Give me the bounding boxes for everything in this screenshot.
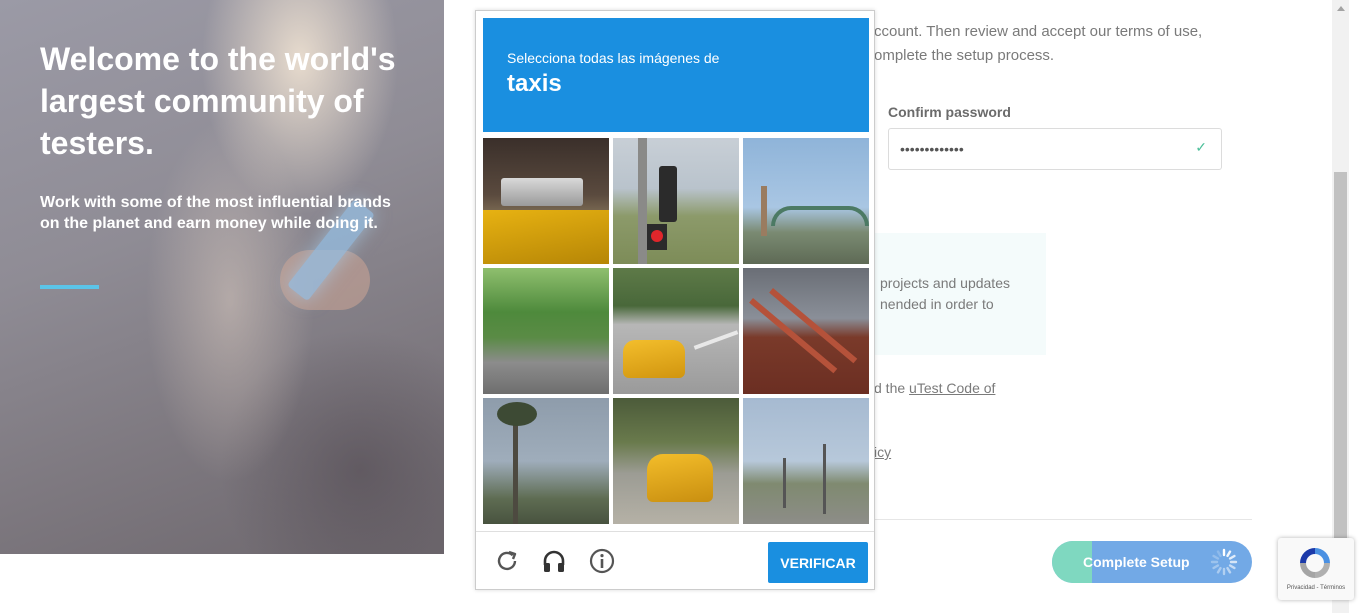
complete-setup-button[interactable]: Complete Setup xyxy=(1052,541,1252,583)
hero-panel: Welcome to the world's largest community… xyxy=(0,0,444,554)
audio-icon[interactable] xyxy=(540,547,568,575)
confirm-password-field[interactable]: ••••••••••••• ✓ xyxy=(888,128,1222,170)
valid-check-icon: ✓ xyxy=(1195,139,1207,155)
intro-line-1: ccount. Then review and accept our terms… xyxy=(874,23,1203,40)
intro-line-2: omplete the setup process. xyxy=(874,47,1055,64)
info-icon[interactable] xyxy=(588,547,616,575)
info-line-1: projects and updates xyxy=(880,275,1010,291)
captcha-instruction: Selecciona todas las imágenes de xyxy=(507,50,720,66)
recaptcha-badge[interactable]: Privacidad - Términos xyxy=(1278,538,1354,600)
captcha-tile[interactable] xyxy=(743,138,869,264)
recaptcha-terms[interactable]: Privacidad - Términos xyxy=(1278,585,1354,591)
captcha-tile[interactable] xyxy=(613,138,739,264)
captcha-tile[interactable] xyxy=(613,268,739,394)
form-divider xyxy=(874,519,1252,520)
privacy-policy-link[interactable]: icy xyxy=(874,444,891,460)
captcha-challenge-dialog: Selecciona todas las imágenes de taxis V… xyxy=(475,10,875,590)
code-of-conduct-text: d the uTest Code of xyxy=(874,380,995,396)
info-notice-box: projects and updates nended in order to xyxy=(874,233,1046,355)
scroll-up-arrow-icon[interactable] xyxy=(1332,0,1349,17)
setup-intro-text: ccount. Then review and accept our terms… xyxy=(874,20,1234,68)
info-line-2: nended in order to xyxy=(880,296,994,312)
captcha-tile[interactable] xyxy=(483,138,609,264)
captcha-tile[interactable] xyxy=(613,398,739,524)
captcha-footer-divider xyxy=(476,531,874,532)
captcha-tile[interactable] xyxy=(743,268,869,394)
captcha-tile[interactable] xyxy=(483,268,609,394)
captcha-tile[interactable] xyxy=(483,398,609,524)
reload-icon[interactable] xyxy=(493,547,521,575)
code-of-conduct-link[interactable]: uTest Code of xyxy=(909,380,995,396)
scrollbar-thumb[interactable] xyxy=(1334,172,1347,538)
verify-button[interactable]: VERIFICAR xyxy=(768,542,868,583)
hero-subtitle: Work with some of the most influential b… xyxy=(40,194,391,232)
confirm-password-label: Confirm password xyxy=(888,104,1011,120)
recaptcha-logo-icon xyxy=(1300,548,1330,578)
loading-spinner-icon xyxy=(1210,548,1238,576)
hero-title: Welcome to the world's largest community… xyxy=(40,41,396,161)
captcha-target: taxis xyxy=(507,70,562,97)
captcha-tile[interactable] xyxy=(743,398,869,524)
code-prefix: d the xyxy=(874,380,910,396)
hero-accent-line xyxy=(40,285,99,289)
captcha-header: Selecciona todas las imágenes de taxis xyxy=(483,18,869,132)
complete-setup-label: Complete Setup xyxy=(1083,554,1190,570)
confirm-password-value: ••••••••••••• xyxy=(900,141,964,157)
